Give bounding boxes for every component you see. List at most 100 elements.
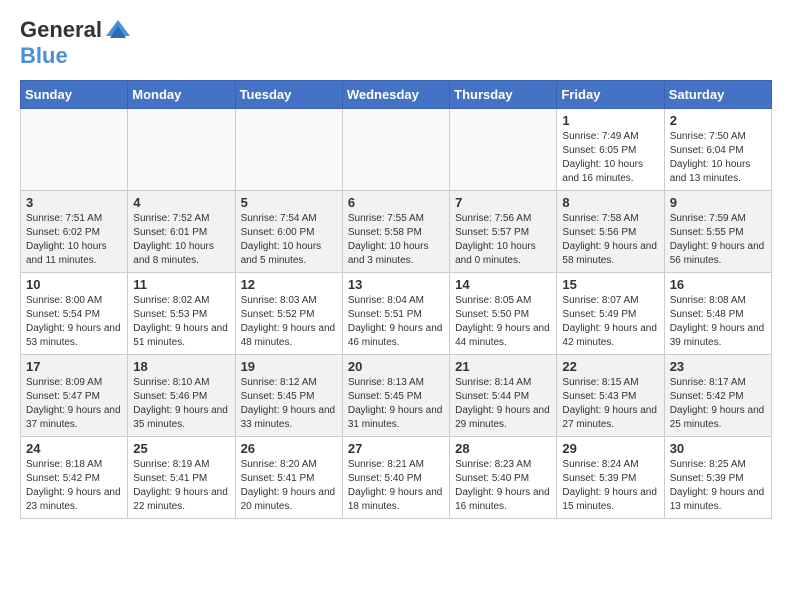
logo: General Blue xyxy=(20,16,132,68)
day-number: 3 xyxy=(26,195,122,210)
day-number: 18 xyxy=(133,359,229,374)
day-number: 7 xyxy=(455,195,551,210)
day-number: 15 xyxy=(562,277,658,292)
day-info: Sunrise: 7:56 AM Sunset: 5:57 PM Dayligh… xyxy=(455,212,551,268)
day-number: 25 xyxy=(133,441,229,456)
calendar-week-2: 3 Sunrise: 7:51 AM Sunset: 6:02 PM Daylig… xyxy=(21,191,772,273)
day-info: Sunrise: 8:19 AM Sunset: 5:41 PM Dayligh… xyxy=(133,458,229,514)
day-number: 2 xyxy=(670,113,766,128)
day-info: Sunrise: 8:00 AM Sunset: 5:54 PM Dayligh… xyxy=(26,294,122,350)
day-info: Sunrise: 8:24 AM Sunset: 5:39 PM Dayligh… xyxy=(562,458,658,514)
day-number: 12 xyxy=(241,277,337,292)
day-number: 11 xyxy=(133,277,229,292)
day-info: Sunrise: 7:52 AM Sunset: 6:01 PM Dayligh… xyxy=(133,212,229,268)
day-number: 27 xyxy=(348,441,444,456)
day-info: Sunrise: 7:50 AM Sunset: 6:04 PM Dayligh… xyxy=(670,130,766,186)
day-info: Sunrise: 8:05 AM Sunset: 5:50 PM Dayligh… xyxy=(455,294,551,350)
calendar-day-20: 20 Sunrise: 8:13 AM Sunset: 5:45 PM Dayli… xyxy=(342,355,449,437)
calendar-day-8: 8Sunrise: 7:58 AM Sunset: 5:56 PM Daylig… xyxy=(557,191,664,273)
calendar-week-5: 24Sunrise: 8:18 AM Sunset: 5:42 PM Dayli… xyxy=(21,437,772,519)
day-number: 1 xyxy=(562,113,658,128)
day-info: Sunrise: 8:07 AM Sunset: 5:49 PM Dayligh… xyxy=(562,294,658,350)
calendar-week-4: 17 Sunrise: 8:09 AM Sunset: 5:47 PM Dayli… xyxy=(21,355,772,437)
day-number: 23 xyxy=(670,359,766,374)
logo-text-general: General xyxy=(20,18,102,42)
weekday-saturday: Saturday xyxy=(664,81,771,109)
day-number: 13 xyxy=(348,277,444,292)
day-number: 10 xyxy=(26,277,122,292)
day-info: Sunrise: 8:14 AM Sunset: 5:44 PM Dayligh… xyxy=(455,376,551,432)
page-header: General Blue xyxy=(20,16,772,68)
calendar-day-3: 3 Sunrise: 7:51 AM Sunset: 6:02 PM Daylig… xyxy=(21,191,128,273)
day-number: 29 xyxy=(562,441,658,456)
day-info: Sunrise: 8:10 AM Sunset: 5:46 PM Dayligh… xyxy=(133,376,229,432)
day-info: Sunrise: 8:20 AM Sunset: 5:41 PM Dayligh… xyxy=(241,458,337,514)
calendar-day-empty xyxy=(21,109,128,191)
calendar-day-2: 2 Sunrise: 7:50 AM Sunset: 6:04 PM Daylig… xyxy=(664,109,771,191)
calendar-day-empty xyxy=(128,109,235,191)
calendar-day-12: 12Sunrise: 8:03 AM Sunset: 5:52 PM Dayli… xyxy=(235,273,342,355)
calendar-day-19: 19 Sunrise: 8:12 AM Sunset: 5:45 PM Dayli… xyxy=(235,355,342,437)
day-number: 30 xyxy=(670,441,766,456)
day-info: Sunrise: 8:09 AM Sunset: 5:47 PM Dayligh… xyxy=(26,376,122,432)
calendar-day-4: 4Sunrise: 7:52 AM Sunset: 6:01 PM Daylig… xyxy=(128,191,235,273)
day-number: 21 xyxy=(455,359,551,374)
day-info: Sunrise: 8:17 AM Sunset: 5:42 PM Dayligh… xyxy=(670,376,766,432)
day-number: 5 xyxy=(241,195,337,210)
logo-text-blue: Blue xyxy=(20,43,68,68)
day-number: 6 xyxy=(348,195,444,210)
day-info: Sunrise: 8:13 AM Sunset: 5:45 PM Dayligh… xyxy=(348,376,444,432)
calendar-day-11: 11 Sunrise: 8:02 AM Sunset: 5:53 PM Dayli… xyxy=(128,273,235,355)
calendar-week-3: 10 Sunrise: 8:00 AM Sunset: 5:54 PM Dayli… xyxy=(21,273,772,355)
calendar-day-26: 26 Sunrise: 8:20 AM Sunset: 5:41 PM Dayli… xyxy=(235,437,342,519)
calendar-day-17: 17 Sunrise: 8:09 AM Sunset: 5:47 PM Dayli… xyxy=(21,355,128,437)
day-info: Sunrise: 8:25 AM Sunset: 5:39 PM Dayligh… xyxy=(670,458,766,514)
calendar-day-13: 13 Sunrise: 8:04 AM Sunset: 5:51 PM Dayli… xyxy=(342,273,449,355)
calendar-day-16: 16 Sunrise: 8:08 AM Sunset: 5:48 PM Dayli… xyxy=(664,273,771,355)
weekday-header-row: SundayMondayTuesdayWednesdayThursdayFrid… xyxy=(21,81,772,109)
day-info: Sunrise: 7:54 AM Sunset: 6:00 PM Dayligh… xyxy=(241,212,337,268)
calendar-day-5: 5 Sunrise: 7:54 AM Sunset: 6:00 PM Daylig… xyxy=(235,191,342,273)
calendar-day-empty xyxy=(235,109,342,191)
day-number: 19 xyxy=(241,359,337,374)
calendar-day-30: 30 Sunrise: 8:25 AM Sunset: 5:39 PM Dayli… xyxy=(664,437,771,519)
calendar-day-10: 10 Sunrise: 8:00 AM Sunset: 5:54 PM Dayli… xyxy=(21,273,128,355)
day-info: Sunrise: 7:55 AM Sunset: 5:58 PM Dayligh… xyxy=(348,212,444,268)
day-info: Sunrise: 7:59 AM Sunset: 5:55 PM Dayligh… xyxy=(670,212,766,268)
day-info: Sunrise: 8:02 AM Sunset: 5:53 PM Dayligh… xyxy=(133,294,229,350)
calendar-day-9: 9 Sunrise: 7:59 AM Sunset: 5:55 PM Daylig… xyxy=(664,191,771,273)
calendar-day-22: 22Sunrise: 8:15 AM Sunset: 5:43 PM Dayli… xyxy=(557,355,664,437)
logo-icon xyxy=(104,16,132,44)
calendar-day-empty xyxy=(342,109,449,191)
calendar-day-29: 29 Sunrise: 8:24 AM Sunset: 5:39 PM Dayli… xyxy=(557,437,664,519)
calendar-day-empty xyxy=(450,109,557,191)
day-info: Sunrise: 8:15 AM Sunset: 5:43 PM Dayligh… xyxy=(562,376,658,432)
day-number: 24 xyxy=(26,441,122,456)
day-number: 28 xyxy=(455,441,551,456)
calendar-day-25: 25 Sunrise: 8:19 AM Sunset: 5:41 PM Dayli… xyxy=(128,437,235,519)
day-info: Sunrise: 7:49 AM Sunset: 6:05 PM Dayligh… xyxy=(562,130,658,186)
calendar-day-15: 15 Sunrise: 8:07 AM Sunset: 5:49 PM Dayli… xyxy=(557,273,664,355)
calendar-day-6: 6 Sunrise: 7:55 AM Sunset: 5:58 PM Daylig… xyxy=(342,191,449,273)
weekday-sunday: Sunday xyxy=(21,81,128,109)
day-info: Sunrise: 8:21 AM Sunset: 5:40 PM Dayligh… xyxy=(348,458,444,514)
calendar-day-23: 23 Sunrise: 8:17 AM Sunset: 5:42 PM Dayli… xyxy=(664,355,771,437)
weekday-monday: Monday xyxy=(128,81,235,109)
calendar-day-27: 27 Sunrise: 8:21 AM Sunset: 5:40 PM Dayli… xyxy=(342,437,449,519)
day-number: 26 xyxy=(241,441,337,456)
day-info: Sunrise: 8:04 AM Sunset: 5:51 PM Dayligh… xyxy=(348,294,444,350)
weekday-thursday: Thursday xyxy=(450,81,557,109)
day-number: 16 xyxy=(670,277,766,292)
calendar-table: SundayMondayTuesdayWednesdayThursdayFrid… xyxy=(20,80,772,519)
day-info: Sunrise: 8:12 AM Sunset: 5:45 PM Dayligh… xyxy=(241,376,337,432)
day-info: Sunrise: 8:08 AM Sunset: 5:48 PM Dayligh… xyxy=(670,294,766,350)
day-number: 20 xyxy=(348,359,444,374)
calendar-week-1: 1 Sunrise: 7:49 AM Sunset: 6:05 PM Daylig… xyxy=(21,109,772,191)
day-number: 14 xyxy=(455,277,551,292)
day-info: Sunrise: 7:51 AM Sunset: 6:02 PM Dayligh… xyxy=(26,212,122,268)
day-number: 17 xyxy=(26,359,122,374)
calendar-day-14: 14 Sunrise: 8:05 AM Sunset: 5:50 PM Dayli… xyxy=(450,273,557,355)
weekday-friday: Friday xyxy=(557,81,664,109)
day-number: 9 xyxy=(670,195,766,210)
day-info: Sunrise: 8:23 AM Sunset: 5:40 PM Dayligh… xyxy=(455,458,551,514)
